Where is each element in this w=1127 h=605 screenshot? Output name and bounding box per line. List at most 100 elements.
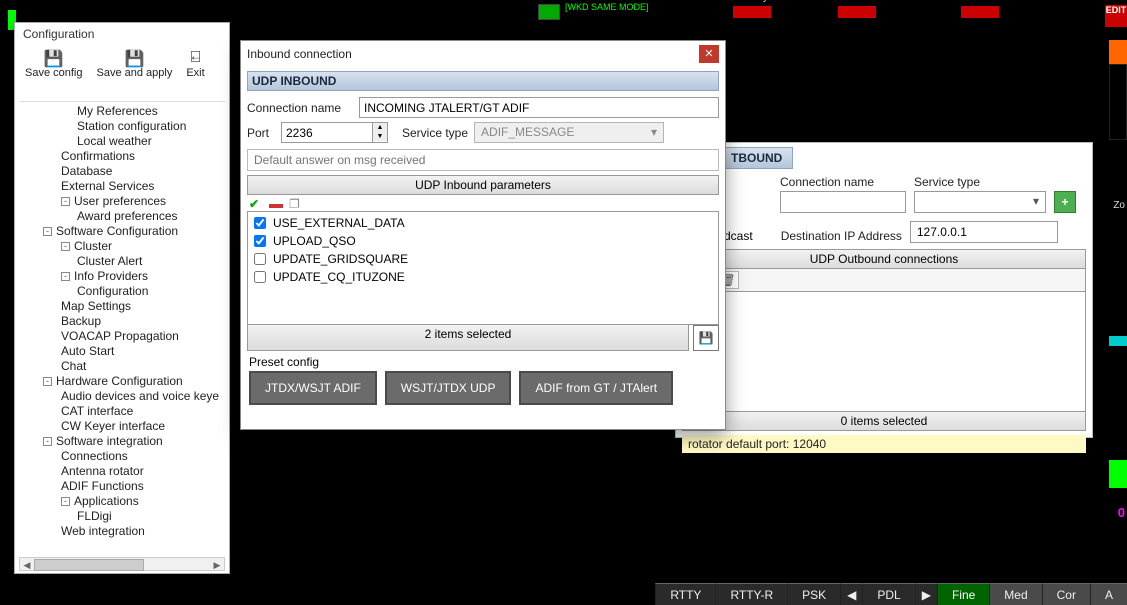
tree-toggle-icon[interactable]: - <box>61 242 70 251</box>
mode-button[interactable]: RTTY-R <box>715 583 787 605</box>
default-answer-input[interactable] <box>247 149 719 171</box>
preset-button[interactable]: WSJT/JTDX UDP <box>385 371 512 405</box>
fine-button[interactable]: Fine <box>937 583 989 605</box>
tree-item[interactable]: Antenna rotator <box>19 464 225 479</box>
nav-next-button[interactable]: ▶ <box>915 583 937 605</box>
bg-status-red <box>733 6 771 18</box>
tree-item[interactable]: -Info Providers <box>19 269 225 284</box>
tree-item[interactable]: -Applications <box>19 494 225 509</box>
tree-item[interactable]: Web integration <box>19 524 225 539</box>
tree-item[interactable]: Connections <box>19 449 225 464</box>
tree-toggle-icon[interactable]: - <box>43 377 52 386</box>
port-spinner[interactable]: ▲ ▼ <box>281 122 388 143</box>
port-input[interactable] <box>282 123 372 142</box>
outbound-connection-list[interactable] <box>682 292 1086 412</box>
parameter-checkbox[interactable] <box>254 235 266 247</box>
mode-button[interactable]: PDL <box>862 583 914 605</box>
mode-button[interactable]: PSK <box>787 583 840 605</box>
outbound-connection-name-input[interactable] <box>780 191 906 213</box>
tree-item[interactable]: Audio devices and voice keye <box>19 389 225 404</box>
tree-item-label: Configuration <box>77 284 148 298</box>
med-button[interactable]: Med <box>989 583 1041 605</box>
tree-item[interactable]: Station configuration <box>19 119 225 134</box>
exit-icon: ⍇ <box>191 49 201 67</box>
connection-name-input[interactable] <box>359 97 719 118</box>
close-button[interactable]: ✕ <box>699 45 719 63</box>
tree-item[interactable]: -User preferences <box>19 194 225 209</box>
tree-item[interactable]: -Software integration <box>19 434 225 449</box>
tree-item[interactable]: CAT interface <box>19 404 225 419</box>
tree-item[interactable]: Local weather <box>19 134 225 149</box>
parameter-label: UPDATE_CQ_ITUZONE <box>273 270 405 285</box>
tree-item[interactable]: Map Settings <box>19 299 225 314</box>
a-button[interactable]: A <box>1090 583 1127 605</box>
tree-item[interactable]: VOACAP Propagation <box>19 329 225 344</box>
tree-item[interactable]: Configuration <box>19 284 225 299</box>
preset-button[interactable]: JTDX/WSJT ADIF <box>249 371 377 405</box>
tree-item[interactable]: Auto Start <box>19 344 225 359</box>
cor-button[interactable]: Cor <box>1042 583 1090 605</box>
tree-item-label: ADIF Functions <box>61 479 144 493</box>
spin-up-icon[interactable]: ▲ <box>373 123 387 132</box>
preset-button[interactable]: ADIF from GT / JTAlert <box>519 371 673 405</box>
outbound-status: 0 items selected <box>682 412 1086 431</box>
tree-item[interactable]: -Software Configuration <box>19 224 225 239</box>
copy-button[interactable]: ❐ <box>289 197 303 209</box>
scroll-thumb[interactable] <box>34 559 144 571</box>
outbound-service-type-select[interactable] <box>914 191 1046 213</box>
tree-item[interactable]: Backup <box>19 314 225 329</box>
tree-toggle-icon[interactable]: - <box>61 272 70 281</box>
scroll-right-icon[interactable]: ▶ <box>210 558 224 572</box>
tree-toggle-icon[interactable]: - <box>61 497 70 506</box>
scroll-left-icon[interactable]: ◀ <box>20 558 34 572</box>
tree-item[interactable]: Database <box>19 164 225 179</box>
tree-item[interactable]: Award preferences <box>19 209 225 224</box>
check-all-button[interactable]: ✔ <box>249 197 263 209</box>
configuration-window: Configuration 💾 Save config 💾 Save and a… <box>14 22 230 574</box>
exit-button[interactable]: ⍇ Exit <box>180 47 210 81</box>
save-apply-button[interactable]: 💾 Save and apply <box>90 47 178 81</box>
connection-name-label: Connection name <box>780 175 906 189</box>
save-parameters-button[interactable]: 💾 <box>693 325 719 351</box>
parameter-row[interactable]: UPDATE_CQ_ITUZONE <box>250 268 716 286</box>
tree-item[interactable]: Confirmations <box>19 149 225 164</box>
config-tree[interactable]: My ReferencesStation configurationLocal … <box>19 101 225 555</box>
nav-prev-button[interactable]: ◀ <box>840 583 862 605</box>
tree-item[interactable]: Chat <box>19 359 225 374</box>
dcast-label: dcast <box>724 229 753 243</box>
parameter-checkbox[interactable] <box>254 253 266 265</box>
bg-bar-orange <box>1109 40 1127 64</box>
tree-item[interactable]: -Hardware Configuration <box>19 374 225 389</box>
parameters-checklist[interactable]: USE_EXTERNAL_DATAUPLOAD_QSOUPDATE_GRIDSQ… <box>247 211 719 325</box>
uncheck-all-button[interactable] <box>269 197 283 209</box>
tree-item[interactable]: -Cluster <box>19 239 225 254</box>
tree-toggle-icon[interactable]: - <box>43 437 52 446</box>
dest-ip-input[interactable] <box>910 221 1058 243</box>
spin-down-icon[interactable]: ▼ <box>373 132 387 141</box>
tree-item-label: Chat <box>61 359 86 373</box>
bg-status-red <box>838 6 876 18</box>
horizontal-scrollbar[interactable]: ◀ ▶ <box>19 557 225 571</box>
tree-item-label: Software integration <box>56 434 163 448</box>
port-label: Port <box>247 126 275 140</box>
tree-toggle-icon[interactable]: - <box>61 197 70 206</box>
outbound-tab[interactable]: TBOUND <box>720 147 793 169</box>
mode-button[interactable]: RTTY <box>655 583 715 605</box>
bottom-mode-bar: RTTY RTTY-R PSK ◀ PDL ▶ Fine Med Cor A <box>0 583 1127 605</box>
tree-toggle-icon[interactable]: - <box>43 227 52 236</box>
service-type-select-disabled: ADIF_MESSAGE <box>474 122 664 143</box>
parameter-row[interactable]: UPLOAD_QSO <box>250 232 716 250</box>
add-outbound-button[interactable]: + <box>1054 191 1076 213</box>
save-config-button[interactable]: 💾 Save config <box>19 47 88 81</box>
parameter-row[interactable]: USE_EXTERNAL_DATA <box>250 214 716 232</box>
parameter-row[interactable]: UPDATE_GRIDSQUARE <box>250 250 716 268</box>
parameter-checkbox[interactable] <box>254 271 266 283</box>
tree-item-label: Local weather <box>77 134 152 148</box>
tree-item[interactable]: CW Keyer interface <box>19 419 225 434</box>
tree-item[interactable]: External Services <box>19 179 225 194</box>
tree-item[interactable]: Cluster Alert <box>19 254 225 269</box>
parameter-checkbox[interactable] <box>254 217 266 229</box>
tree-item[interactable]: ADIF Functions <box>19 479 225 494</box>
tree-item[interactable]: My References <box>19 104 225 119</box>
tree-item[interactable]: FLDigi <box>19 509 225 524</box>
